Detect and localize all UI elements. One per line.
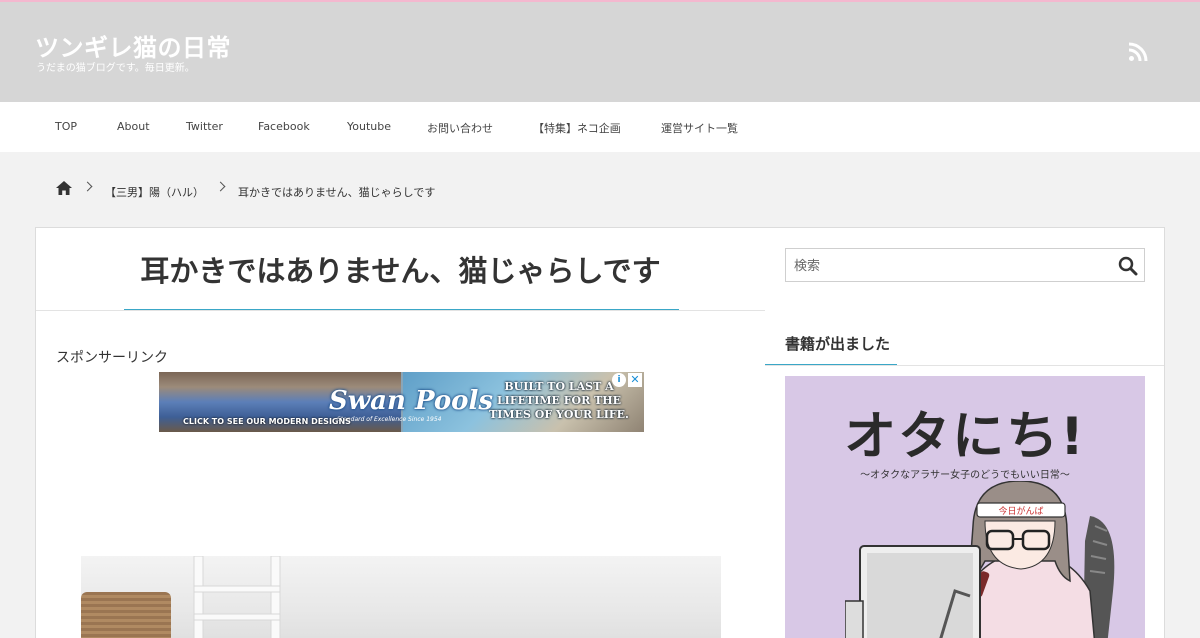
- home-icon[interactable]: [56, 181, 72, 195]
- book-cover[interactable]: オタにち! 〜オタクなアラサー女子のどうでもいい日常〜 今日がんば: [785, 376, 1145, 638]
- title-divider: [36, 310, 765, 311]
- widget-title-books: 書籍が出ました: [785, 335, 891, 353]
- post-featured-image: [81, 556, 721, 638]
- ad-cta: CLICK TO SEE OUR MODERN DESIGNS: [183, 417, 351, 426]
- book-title: オタにち!: [844, 407, 1086, 467]
- sponsor-label: スポンサーリンク: [56, 350, 168, 366]
- ad-info-icon[interactable]: i: [612, 373, 626, 387]
- book-illustration: 今日がんば: [845, 481, 1115, 638]
- breadcrumb-current: 耳かきではありません、猫じゃらしです: [238, 186, 436, 199]
- nav-item-youtube[interactable]: Youtube: [347, 120, 391, 133]
- sidebar: 書籍が出ました オタにち! 〜オタクなアラサー女子のどうでもいい日常〜 今日がん…: [765, 227, 1165, 638]
- nav-item-sites[interactable]: 運営サイト一覧: [661, 120, 738, 136]
- post-title: 耳かきではありません、猫じゃらしです: [140, 254, 661, 288]
- breadcrumb-chevron-icon: [82, 181, 93, 192]
- article-panel: 耳かきではありません、猫じゃらしです スポンサーリンク Swan Pools S…: [35, 227, 766, 638]
- chair-shape: [193, 556, 281, 638]
- book-subtitle: 〜オタクなアラサー女子のどうでもいい日常〜: [860, 470, 1070, 481]
- nav-item-contact[interactable]: お問い合わせ: [427, 120, 493, 136]
- rss-icon[interactable]: [1128, 42, 1148, 62]
- search-input[interactable]: [792, 255, 1106, 277]
- ad-close-icon[interactable]: ✕: [628, 373, 642, 387]
- ad-banner[interactable]: Swan Pools Standard of Excellence Since …: [159, 372, 644, 432]
- site-description: うだまの猫ブログです。毎日更新。: [36, 63, 195, 74]
- ad-brand-logo: Swan Pools: [329, 386, 494, 416]
- breadcrumb-chevron-icon: [215, 181, 226, 192]
- breadcrumb: 【三男】陽（ハル） 耳かきではありません、猫じゃらしです: [0, 178, 1200, 202]
- ad-brand-subtitle: Standard of Excellence Since 1954: [337, 416, 442, 423]
- main-navigation: TOP About Twitter Facebook Youtube お問い合わ…: [0, 102, 1200, 152]
- nav-item-feature[interactable]: 【特集】ネコ企画: [533, 120, 621, 136]
- nav-item-about[interactable]: About: [117, 120, 150, 133]
- nav-item-top[interactable]: TOP: [55, 120, 77, 133]
- site-header: ツンギレ猫の日常 うだまの猫ブログです。毎日更新。: [0, 2, 1200, 102]
- search-box: [785, 248, 1145, 282]
- nav-item-facebook[interactable]: Facebook: [258, 120, 310, 133]
- search-icon[interactable]: [1118, 256, 1138, 276]
- nav-item-twitter[interactable]: Twitter: [186, 120, 223, 133]
- widget-divider: [765, 365, 1164, 366]
- site-title[interactable]: ツンギレ猫の日常: [35, 28, 231, 63]
- breadcrumb-category[interactable]: 【三男】陽（ハル）: [105, 184, 204, 200]
- basket-shape: [81, 592, 171, 638]
- svg-text:今日がんば: 今日がんば: [998, 505, 1043, 517]
